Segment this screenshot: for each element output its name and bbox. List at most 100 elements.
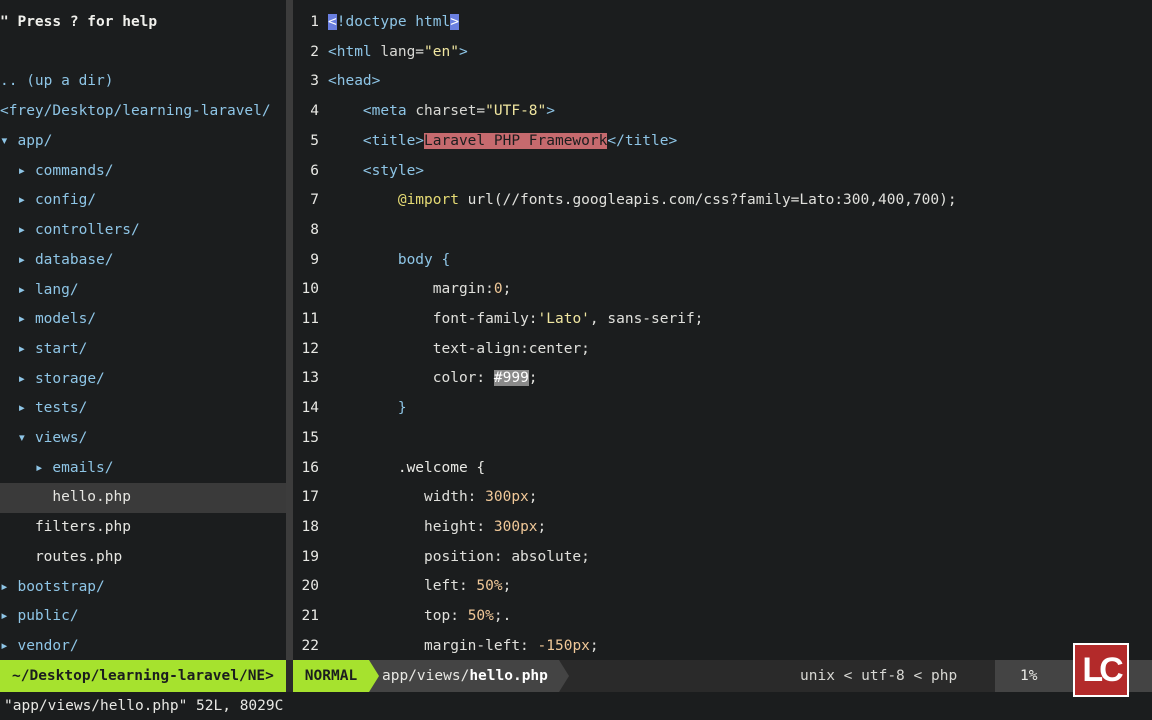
chevron-down-icon[interactable]: ▾ [17, 430, 34, 446]
nerdtree-dir-item[interactable]: ▾ views/ [0, 424, 286, 454]
code-line[interactable]: margin-left: -150px; [328, 632, 599, 660]
file-info-segment: unix < utf-8 < php [800, 660, 957, 692]
code-token: > [546, 103, 555, 120]
code-token: @import [397, 192, 459, 209]
nerdtree-up-dir[interactable]: .. (up a dir) [0, 67, 286, 97]
vim-window: " Press ? for help .. (up a dir) <frey/D… [0, 0, 1152, 720]
chevron-down-icon[interactable]: ▾ [0, 133, 17, 149]
chevron-right-icon[interactable]: ▸ [0, 579, 17, 595]
code-token: } [397, 400, 407, 417]
nerdtree-dir-item[interactable]: ▸ controllers/ [0, 216, 286, 246]
code-token: top: [424, 608, 468, 624]
nerdtree-file-item[interactable]: hello.php [0, 483, 286, 514]
nerdtree-dir-item[interactable]: ▸ database/ [0, 246, 286, 276]
nerdtree-root-path[interactable]: <frey/Desktop/learning-laravel/ [0, 97, 286, 127]
chevron-right-icon[interactable]: ▸ [17, 400, 34, 416]
nerdtree-item-label: commands/ [34, 162, 114, 179]
code-line[interactable]: <!doctype html> [328, 8, 459, 38]
nerdtree-dir-item[interactable]: ▾ app/ [0, 127, 286, 157]
nerdtree-item-label: controllers/ [34, 222, 140, 239]
chevron-right-icon[interactable]: ▸ [17, 163, 34, 179]
chevron-right-icon[interactable]: ▸ [17, 311, 34, 327]
code-line[interactable]: .welcome { [328, 454, 485, 484]
line-number: 20 [301, 578, 319, 595]
separator-chevron-icon: < [843, 668, 853, 684]
nerdtree-dir-item[interactable]: ▸ commands/ [0, 157, 286, 187]
chevron-right-icon[interactable]: ▸ [0, 638, 17, 654]
watermark-logo: LC [1073, 643, 1129, 697]
nerdtree-file-item[interactable]: filters.php [0, 513, 286, 543]
code-token: left: [424, 578, 477, 595]
nerdtree-item-label: vendor/ [17, 637, 79, 654]
chevron-right-icon[interactable]: ▸ [17, 192, 34, 208]
chevron-right-icon[interactable]: ▸ [17, 252, 34, 268]
chevron-right-icon[interactable]: ▸ [17, 341, 34, 357]
nerdtree-dir-item[interactable]: ▸ emails/ [0, 454, 286, 484]
code-line[interactable]: left: 50%; [328, 572, 511, 602]
nerdtree-dir-item[interactable]: ▸ tests/ [0, 394, 286, 424]
editor-buffer[interactable]: 1 2 3 4 5 6 7 8 9 10 11 12 13 14 15 16 17 18 19 20 21 22 <!do… [293, 0, 1152, 660]
code-line[interactable]: <html lang="en"> [328, 38, 468, 68]
code-token: ; [502, 281, 512, 298]
vertical-split-separator[interactable] [286, 0, 293, 660]
code-token: -150px [537, 637, 590, 654]
code-line[interactable]: text-align:center; [328, 335, 590, 365]
nerdtree-item-label: database/ [34, 251, 114, 268]
chevron-right-icon[interactable]: ▸ [0, 608, 17, 624]
code-token: font-family: [432, 311, 538, 327]
code-token: > [458, 43, 468, 60]
nerdtree-dir-item[interactable]: ▸ config/ [0, 186, 286, 216]
file-encoding: utf-8 [861, 668, 905, 684]
nerdtree-dir-item[interactable]: ▸ vendor/ [0, 632, 286, 660]
code-token: body { [397, 251, 451, 268]
nerdtree-dir-item[interactable]: ▸ models/ [0, 305, 286, 335]
code-token: 'Lato' [537, 311, 590, 327]
chevron-right-icon[interactable]: ▸ [17, 371, 34, 387]
code-line[interactable]: position: absolute; [328, 543, 590, 573]
code-line[interactable]: font-family:'Lato', sans-serif; [328, 305, 704, 335]
code-line[interactable]: height: 300px; [328, 513, 546, 543]
nerdtree-item-label: models/ [34, 311, 97, 328]
line-number: 14 [301, 400, 319, 417]
nerdtree-item-label: public/ [17, 608, 79, 625]
code-line[interactable]: <style> [328, 157, 424, 187]
nerdtree-dir-item[interactable]: ▸ lang/ [0, 276, 286, 306]
code-line[interactable]: width: 300px; [328, 483, 538, 513]
line-number: 15 [301, 429, 319, 446]
code-line[interactable]: body { [328, 246, 450, 276]
code-line[interactable]: <title>Laravel PHP Framework</title> [328, 127, 677, 157]
code-line[interactable]: @import url(//fonts.googleapis.com/css?f… [328, 186, 957, 216]
code-line[interactable]: top: 50%;. [328, 602, 511, 632]
code-token: !doctype html [336, 14, 451, 30]
nerdtree-dir-item[interactable]: ▸ storage/ [0, 365, 286, 395]
nerdtree-file-item[interactable]: routes.php [0, 543, 286, 573]
code-token: #999 [493, 370, 529, 387]
code-token: ;. [493, 608, 512, 624]
code-line[interactable]: <head> [328, 67, 380, 97]
code-token: 50% [476, 578, 503, 595]
code-token: 50% [467, 608, 494, 624]
chevron-right-icon[interactable]: ▸ [17, 282, 34, 298]
current-file-path: app/views/hello.php [382, 668, 548, 684]
chevron-right-icon[interactable]: ▸ [35, 460, 52, 476]
code-line[interactable]: } [328, 394, 407, 424]
code-line[interactable]: color: #999; [328, 364, 538, 394]
nerdtree-dir-item[interactable]: ▸ start/ [0, 335, 286, 365]
nerdtree-sidebar[interactable]: " Press ? for help .. (up a dir) <frey/D… [0, 0, 286, 660]
code-line[interactable]: <meta charset="UTF-8"> [328, 97, 555, 127]
chevron-right-icon[interactable]: ▸ [17, 222, 34, 238]
code-line[interactable]: margin:0; [328, 275, 512, 305]
line-number: 8 [310, 221, 319, 238]
nerdtree-dir-item[interactable]: ▸ public/ [0, 602, 286, 632]
code-token: charset= [415, 103, 486, 120]
line-number: 19 [301, 548, 319, 565]
command-line[interactable]: "app/views/hello.php" 52L, 8029C [0, 692, 1152, 720]
nerdtree-dir-item[interactable]: ▸ bootstrap/ [0, 573, 286, 603]
